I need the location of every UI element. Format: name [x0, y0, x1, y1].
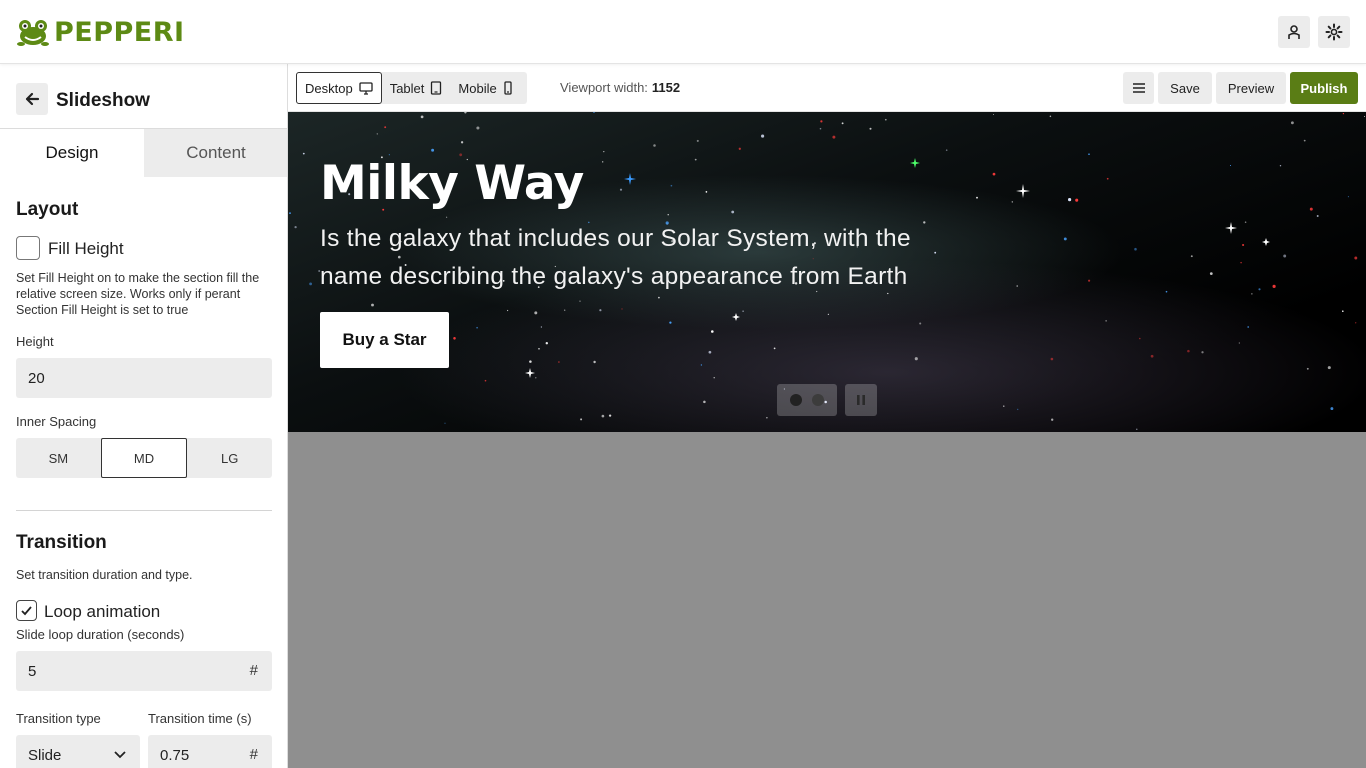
- number-icon: #: [249, 662, 258, 679]
- inner-spacing-label: Inner Spacing: [16, 414, 97, 429]
- gear-icon: [1325, 23, 1343, 41]
- viewport-width-value: 1152: [651, 80, 681, 95]
- preview-canvas: Milky Way Is the galaxy that includes ou…: [288, 112, 1366, 768]
- transition-section-title: Transition: [16, 532, 107, 553]
- loop-animation-label: Loop animation: [44, 602, 161, 621]
- spacing-lg-option[interactable]: LG: [187, 438, 272, 478]
- viewport-width-label: Viewport width:: [560, 80, 648, 95]
- spacing-md-option[interactable]: MD: [100, 438, 188, 478]
- device-mobile-button[interactable]: Mobile: [450, 72, 520, 104]
- settings-button[interactable]: [1318, 16, 1350, 48]
- mobile-icon: [504, 81, 512, 95]
- slide-indicators: [777, 384, 837, 416]
- chevron-down-icon: [114, 751, 126, 759]
- layout-section-title: Layout: [16, 199, 79, 220]
- inner-spacing-selector: SM MD LG: [16, 438, 272, 478]
- transition-help: Set transition duration and type.: [16, 568, 193, 582]
- brand-name: PEPPERI: [54, 16, 185, 48]
- slideshow-slide: Milky Way Is the galaxy that includes ou…: [288, 112, 1366, 432]
- tablet-icon: [431, 81, 442, 95]
- menu-button[interactable]: [1123, 72, 1154, 104]
- menu-icon: [1132, 83, 1145, 93]
- height-label: Height: [16, 334, 54, 349]
- sidebar-header: Slideshow: [0, 64, 287, 129]
- spacing-sm-option[interactable]: SM: [16, 438, 101, 478]
- preview-button[interactable]: Preview: [1216, 72, 1286, 104]
- device-desktop-button[interactable]: Desktop: [296, 72, 382, 104]
- editor-sidebar: Slideshow Design Content Layout Fill Hei…: [0, 64, 288, 768]
- transition-type-label: Transition type: [16, 711, 101, 726]
- loop-duration-input[interactable]: 5 #: [16, 651, 272, 691]
- device-switcher: Desktop Tablet Mobile: [296, 72, 527, 104]
- sidebar-title: Slideshow: [56, 90, 150, 111]
- loop-duration-label: Slide loop duration (seconds): [16, 627, 185, 642]
- viewport-width: Viewport width: 1152: [560, 80, 680, 95]
- sidebar-tabs: Design Content: [0, 129, 287, 177]
- transition-time-value: 0.75: [160, 746, 190, 764]
- save-button[interactable]: Save: [1158, 72, 1212, 104]
- height-value: 20: [28, 369, 45, 387]
- loop-duration-value: 5: [28, 662, 37, 680]
- monitor-icon: [359, 81, 373, 95]
- slide-dot-2[interactable]: [812, 394, 824, 406]
- slide-subtitle: Is the galaxy that includes our Solar Sy…: [320, 225, 911, 290]
- back-button[interactable]: [16, 83, 48, 115]
- device-tablet-button[interactable]: Tablet: [382, 72, 451, 104]
- device-desktop-label: Desktop: [305, 80, 353, 96]
- arrow-left-icon: [25, 92, 40, 106]
- user-icon: [1288, 25, 1300, 39]
- transition-type-value: Slide: [28, 746, 62, 764]
- device-mobile-label: Mobile: [458, 80, 497, 96]
- buy-a-star-button[interactable]: Buy a Star: [320, 312, 449, 368]
- fill-height-label: Fill Height: [48, 239, 124, 258]
- pause-icon: [857, 395, 865, 405]
- tab-design[interactable]: Design: [0, 129, 144, 177]
- user-button[interactable]: [1278, 16, 1310, 48]
- top-header: PEPPERI: [0, 0, 1366, 64]
- number-icon: #: [249, 746, 258, 763]
- pause-button[interactable]: [845, 384, 877, 416]
- tab-content[interactable]: Content: [144, 129, 287, 177]
- fill-height-checkbox[interactable]: [16, 236, 40, 260]
- device-tablet-label: Tablet: [389, 80, 425, 96]
- slide-dot-1[interactable]: [790, 394, 802, 406]
- transition-time-input[interactable]: 0.75 #: [148, 735, 272, 768]
- publish-button[interactable]: Publish: [1290, 72, 1358, 104]
- height-input[interactable]: 20: [16, 358, 272, 398]
- preview-toolbar: Desktop Tablet Mobile Viewport width: 115…: [288, 64, 1366, 112]
- transition-time-label: Transition time (s): [148, 711, 252, 726]
- section-divider: [16, 510, 272, 511]
- slide-title: Milky Way: [320, 156, 584, 211]
- pepperi-logo[interactable]: PEPPERI: [16, 16, 185, 48]
- checkmark-icon: [21, 606, 32, 616]
- loop-animation-checkbox[interactable]: [16, 600, 37, 621]
- frog-icon: [17, 20, 49, 46]
- fill-height-help: Set Fill Height on to make the section f…: [16, 271, 260, 317]
- transition-type-select[interactable]: Slide: [16, 735, 140, 768]
